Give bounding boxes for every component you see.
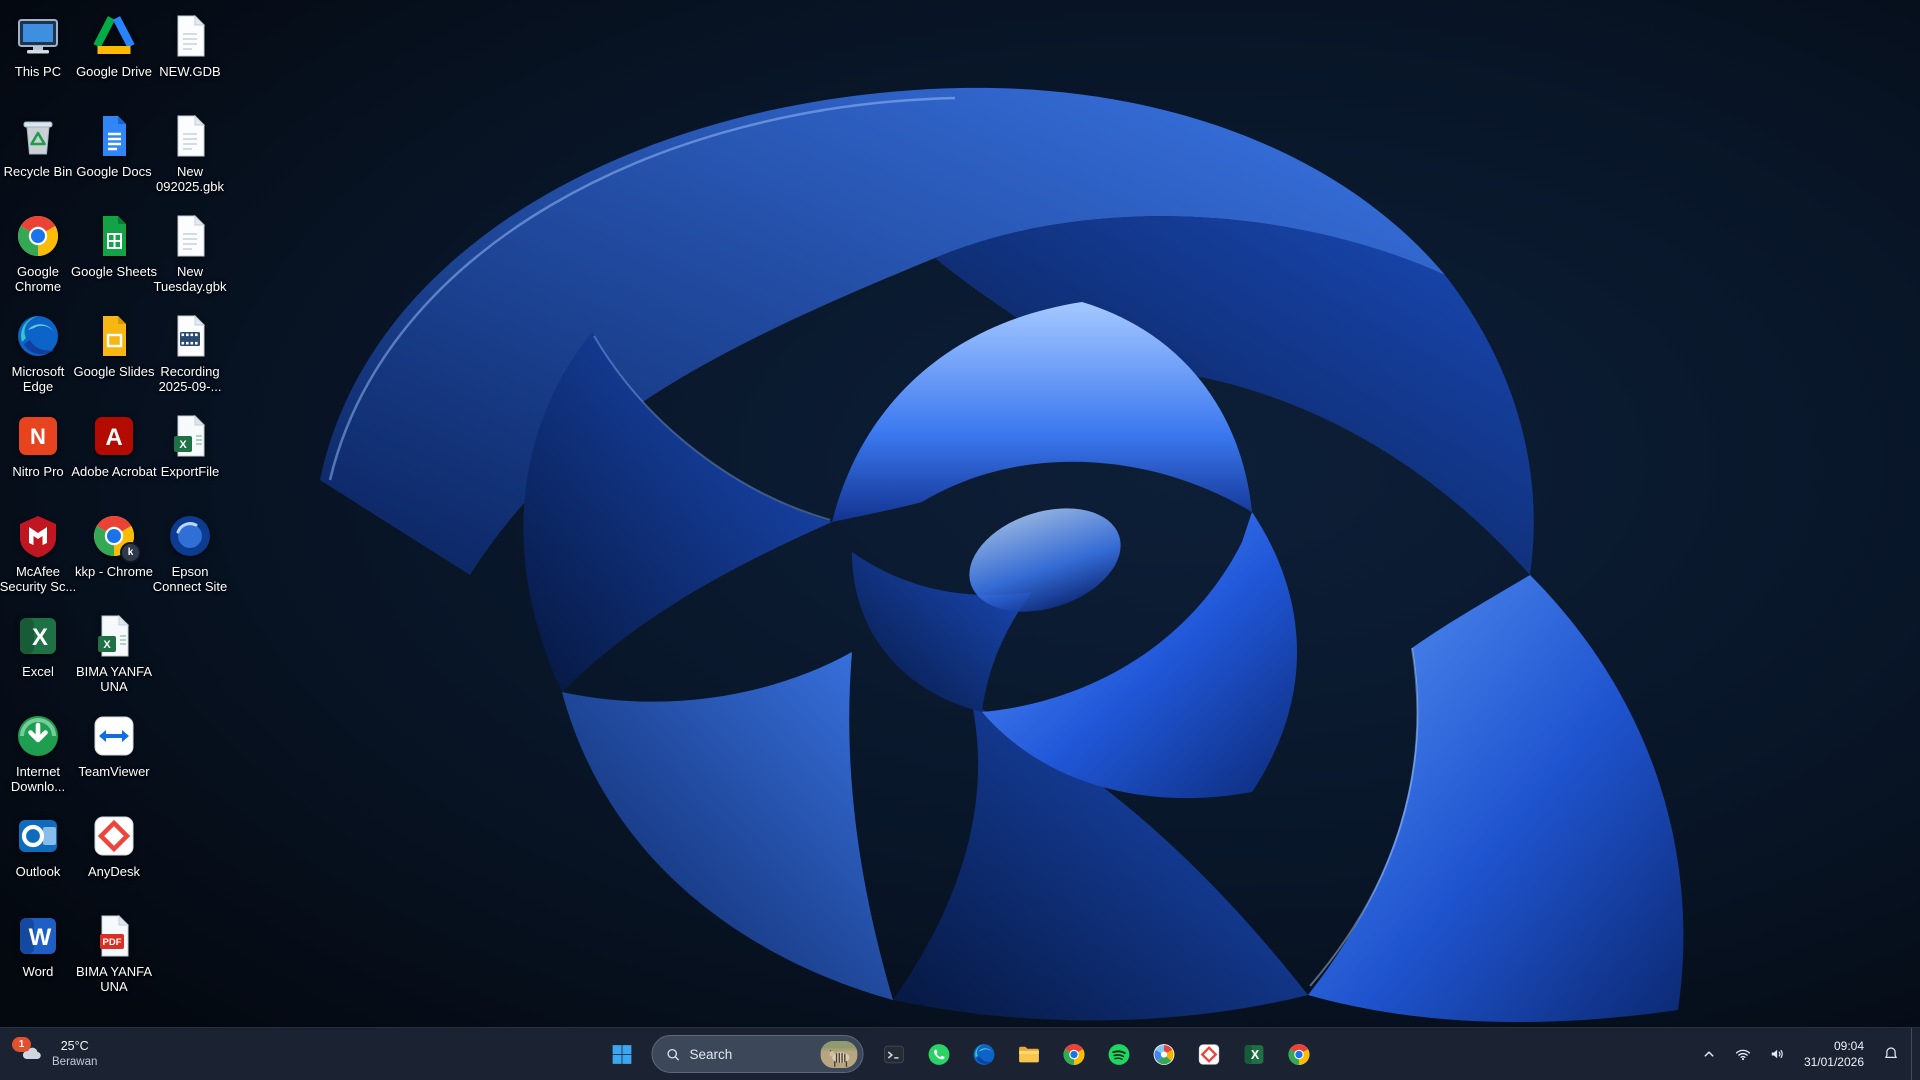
desktop-surface[interactable]: This PC Recycle Bin Google Chrome Micros…: [0, 0, 1920, 1028]
teamviewer-icon: [90, 712, 138, 760]
document-file-icon: [166, 12, 214, 60]
start-button[interactable]: [601, 1033, 643, 1075]
clock-date: 31/01/2026: [1804, 1054, 1864, 1070]
outlook-icon: [14, 812, 62, 860]
excel-icon: X: [1241, 1042, 1266, 1067]
chrome-icon: [1286, 1042, 1311, 1067]
pinned-terminal[interactable]: [873, 1033, 915, 1075]
windows-logo-icon: [609, 1042, 634, 1067]
search-box[interactable]: Search: [652, 1035, 864, 1073]
taskbar: 1 25°C Berawan Search: [0, 1027, 1920, 1080]
screen: This PC Recycle Bin Google Chrome Micros…: [0, 0, 1920, 1080]
folder-icon: [1016, 1042, 1041, 1067]
weather-condition: Berawan: [52, 1055, 97, 1069]
desktop-icon-new-tuesday-gbk[interactable]: New Tuesday.gbk: [142, 212, 238, 295]
google-sheets-icon: [90, 212, 138, 260]
search-icon: [666, 1047, 681, 1062]
notification-count-badge: 1: [12, 1037, 31, 1052]
pinned-spotify[interactable]: [1098, 1033, 1140, 1075]
chevron-up-icon: [1700, 1045, 1718, 1063]
video-file-icon: [166, 312, 214, 360]
speaker-icon: [1768, 1045, 1786, 1063]
google-docs-icon: [90, 112, 138, 160]
volume-button[interactable]: [1761, 1034, 1793, 1074]
pdf-file-icon: PDF: [90, 912, 138, 960]
google-slides-icon: [90, 312, 138, 360]
pinned-chrome[interactable]: [1053, 1033, 1095, 1075]
edge-icon: [971, 1042, 996, 1067]
wifi-icon: [1734, 1045, 1752, 1063]
document-file-icon: [166, 212, 214, 260]
anydesk-icon: [1196, 1042, 1221, 1067]
desktop-icon-recording[interactable]: Recording 2025-09-...: [142, 312, 238, 395]
profile-badge: k: [120, 542, 141, 563]
word-icon: W: [14, 912, 62, 960]
recycle-bin-icon: [14, 112, 62, 160]
pinned-edge[interactable]: [963, 1033, 1005, 1075]
spotify-icon: [1106, 1042, 1131, 1067]
weather-text: 25°C Berawan: [52, 1039, 97, 1069]
svg-text:W: W: [29, 924, 52, 951]
whatsapp-icon: [926, 1042, 951, 1067]
nitro-pro-icon: N: [14, 412, 62, 460]
network-button[interactable]: [1727, 1034, 1759, 1074]
excel-icon: X: [14, 612, 62, 660]
svg-text:X: X: [32, 624, 48, 651]
anydesk-icon: [90, 812, 138, 860]
bell-icon: [1882, 1045, 1900, 1063]
desktop-icon-teamviewer[interactable]: TeamViewer: [66, 712, 162, 779]
desktop-icon-bima-yanfa-una-xlsx[interactable]: X BIMA YANFA UNA: [66, 612, 162, 695]
adobe-acrobat-icon: A: [90, 412, 138, 460]
pinned-photos[interactable]: [1143, 1033, 1185, 1075]
desktop-icon-new-gdb[interactable]: NEW.GDB: [142, 12, 238, 79]
terminal-icon: [881, 1042, 906, 1067]
svg-text:X: X: [179, 439, 187, 451]
document-file-icon: [166, 112, 214, 160]
pinned-apps: X: [873, 1033, 1320, 1075]
svg-text:A: A: [105, 424, 122, 451]
edge-icon: [14, 312, 62, 360]
chrome-profile-icon: k: [90, 512, 138, 560]
chrome-icon: [14, 212, 62, 260]
notification-center-button[interactable]: [1875, 1034, 1907, 1074]
this-pc-icon: [14, 12, 62, 60]
clock-widget[interactable]: 09:04 31/01/2026: [1795, 1032, 1873, 1076]
show-desktop-button[interactable]: [1911, 1028, 1918, 1080]
svg-text:X: X: [1250, 1048, 1259, 1062]
pinned-chrome-secondary[interactable]: [1278, 1033, 1320, 1075]
idm-icon: [14, 712, 62, 760]
desktop-icon-bima-yanfa-una-pdf[interactable]: PDF BIMA YANFA UNA: [66, 912, 162, 995]
epson-connect-icon: [166, 512, 214, 560]
google-drive-icon: [90, 12, 138, 60]
excel-file-icon: X: [166, 412, 214, 460]
weather-widget[interactable]: 1 25°C Berawan: [4, 1032, 111, 1076]
search-daily-image: [821, 1041, 858, 1068]
desktop-icon-new-092025-gbk[interactable]: New 092025.gbk: [142, 112, 238, 195]
taskbar-left: 1 25°C Berawan: [4, 1028, 111, 1080]
taskbar-center: Search: [601, 1028, 1320, 1080]
svg-text:X: X: [103, 639, 111, 651]
desktop-icon-exportfile[interactable]: X ExportFile: [142, 412, 238, 479]
svg-text:N: N: [30, 424, 46, 449]
system-tray: 09:04 31/01/2026: [1693, 1028, 1920, 1080]
clock-time: 09:04: [1834, 1038, 1864, 1054]
desktop-icon-epson-connect[interactable]: Epson Connect Site: [142, 512, 238, 595]
mcafee-shield-icon: [14, 512, 62, 560]
pinned-whatsapp[interactable]: [918, 1033, 960, 1075]
svg-text:PDF: PDF: [103, 937, 122, 948]
wallpaper-image: [0, 0, 1920, 1028]
search-placeholder: Search: [690, 1047, 733, 1062]
desktop-icon-anydesk[interactable]: AnyDesk: [66, 812, 162, 879]
weather-temperature: 25°C: [52, 1039, 97, 1055]
pinned-anydesk[interactable]: [1188, 1033, 1230, 1075]
chrome-icon: [1061, 1042, 1086, 1067]
tray-overflow-button[interactable]: [1693, 1034, 1725, 1074]
pinned-file-explorer[interactable]: [1008, 1033, 1050, 1075]
excel-file-icon: X: [90, 612, 138, 660]
pinned-excel[interactable]: X: [1233, 1033, 1275, 1075]
photos-icon: [1151, 1042, 1176, 1067]
